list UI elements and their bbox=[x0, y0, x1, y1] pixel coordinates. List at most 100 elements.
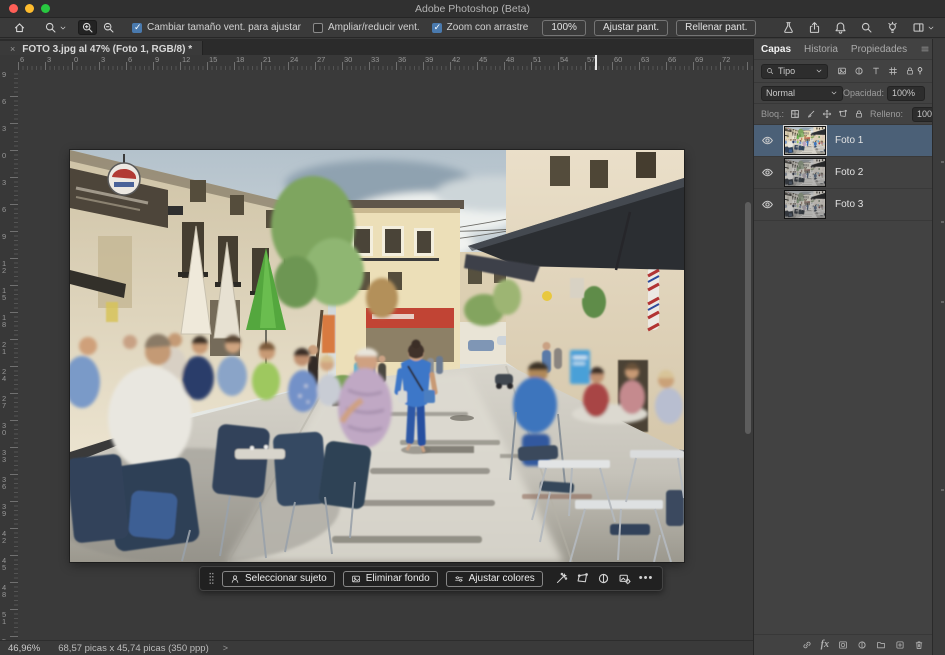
generative-wand-icon[interactable] bbox=[555, 572, 568, 585]
v-ruler-label: 21 bbox=[2, 342, 8, 355]
zoom-out-icon[interactable] bbox=[99, 20, 118, 35]
filter-frame-icon[interactable] bbox=[888, 66, 898, 76]
zoom-100-button[interactable]: 100% bbox=[542, 20, 586, 36]
filter-type-select[interactable]: Tipo bbox=[761, 64, 828, 79]
remove-background-button[interactable]: Eliminar fondo bbox=[343, 571, 438, 587]
layers-panel: Capas Historia Propiedades Tipo Normal bbox=[753, 39, 932, 655]
adjustment-icon[interactable] bbox=[597, 572, 610, 585]
fit-screen-button[interactable]: Ajustar pant. bbox=[594, 20, 668, 36]
more-options-icon[interactable]: ••• bbox=[639, 573, 654, 584]
h-ruler-label: 33 bbox=[371, 56, 379, 64]
v-ruler-label: 45 bbox=[2, 558, 8, 571]
v-ruler-label: 15 bbox=[2, 288, 8, 301]
lock-pixels-icon[interactable] bbox=[806, 109, 816, 119]
ruler-corner[interactable] bbox=[0, 55, 19, 71]
home-icon[interactable] bbox=[10, 20, 29, 35]
h-ruler-label: 0 bbox=[74, 56, 78, 64]
h-ruler-label: 42 bbox=[452, 56, 460, 64]
workspace-icon[interactable] bbox=[912, 21, 935, 34]
beaker-icon[interactable] bbox=[782, 21, 795, 34]
lock-all-icon[interactable] bbox=[854, 109, 864, 119]
h-ruler-label: 63 bbox=[641, 56, 649, 64]
delete-layer-icon[interactable] bbox=[914, 640, 924, 650]
lightbulb-icon[interactable] bbox=[886, 21, 899, 34]
select-subject-button[interactable]: Seleccionar sujeto bbox=[222, 571, 335, 587]
checkbox bbox=[313, 23, 323, 33]
button-label: Eliminar fondo bbox=[366, 573, 430, 584]
h-ruler-label: 24 bbox=[290, 56, 298, 64]
visibility-eye-icon[interactable] bbox=[761, 198, 774, 211]
chevron-down-icon bbox=[830, 89, 838, 97]
filter-adjustment-icon[interactable] bbox=[854, 66, 864, 76]
tab-capas[interactable]: Capas bbox=[761, 44, 791, 55]
select-subject-icon bbox=[230, 574, 240, 584]
adjustment-layer-icon[interactable] bbox=[857, 640, 867, 650]
drag-handle-icon[interactable] bbox=[209, 572, 214, 585]
fill-label: Relleno: bbox=[870, 109, 903, 119]
search-icon[interactable] bbox=[860, 21, 873, 34]
share-icon[interactable] bbox=[808, 21, 821, 34]
harmonize-icon[interactable] bbox=[618, 572, 631, 585]
opacity-label: Opacidad: bbox=[843, 88, 884, 98]
zoom-in-icon[interactable] bbox=[78, 20, 97, 35]
lock-position-icon[interactable] bbox=[822, 109, 832, 119]
zoom-tool-icon[interactable] bbox=[41, 20, 70, 35]
checkbox-zoom-windows[interactable]: Ampliar/reducir vent. bbox=[313, 22, 420, 33]
status-expander-icon[interactable]: > bbox=[223, 643, 228, 653]
chevron-down-icon bbox=[919, 89, 920, 97]
h-ruler-label: 15 bbox=[209, 56, 217, 64]
panel-empty-area bbox=[754, 221, 932, 634]
status-bar: 46,96% 68,57 picas x 45,74 picas (350 pp… bbox=[0, 640, 753, 655]
layer-thumbnail[interactable] bbox=[784, 126, 826, 155]
h-ruler-label: 12 bbox=[182, 56, 190, 64]
link-layers-icon[interactable] bbox=[802, 640, 812, 650]
visibility-eye-icon[interactable] bbox=[761, 134, 774, 147]
layer-thumbnail[interactable] bbox=[784, 190, 826, 219]
transform-icon[interactable] bbox=[576, 572, 589, 585]
visibility-eye-icon[interactable] bbox=[761, 166, 774, 179]
v-ruler-label: 30 bbox=[2, 423, 8, 436]
layer-group-icon[interactable] bbox=[876, 640, 886, 650]
status-zoom-level[interactable]: 46,96% bbox=[8, 643, 40, 654]
checkbox-resize-window[interactable]: Cambiar tamaño vent. para ajustar bbox=[132, 22, 301, 33]
horizontal-ruler[interactable]: 6303691215182124273033363942454851545760… bbox=[18, 55, 753, 71]
blend-mode-select[interactable]: Normal bbox=[761, 86, 843, 101]
contextual-task-bar: Seleccionar sujeto Eliminar fondo Ajusta… bbox=[199, 566, 663, 591]
h-ruler-label: 3 bbox=[47, 56, 51, 64]
bell-icon[interactable] bbox=[834, 21, 847, 34]
adjust-colors-button[interactable]: Ajustar colores bbox=[446, 571, 543, 587]
new-layer-icon[interactable] bbox=[895, 640, 905, 650]
h-ruler-label: 6 bbox=[20, 56, 24, 64]
layer-row-foto-3[interactable]: Foto 3 bbox=[754, 189, 932, 221]
layer-name[interactable]: Foto 1 bbox=[835, 135, 863, 146]
fill-screen-button[interactable]: Rellenar pant. bbox=[676, 20, 756, 36]
opacity-field[interactable]: 100% bbox=[887, 86, 925, 101]
filter-smartobject-icon[interactable] bbox=[905, 66, 915, 76]
search-icon bbox=[766, 67, 774, 75]
panel-tabs: Capas Historia Propiedades bbox=[754, 39, 932, 60]
vertical-ruler[interactable]: 9630369121518212427303336394245485154 bbox=[0, 70, 19, 640]
checkbox-scrubby-zoom[interactable]: Zoom con arrastre bbox=[432, 22, 529, 33]
layer-effects-icon[interactable]: fx bbox=[821, 640, 829, 650]
lock-transparency-icon[interactable] bbox=[790, 109, 800, 119]
filter-toggle-icon[interactable] bbox=[915, 66, 925, 76]
filter-type-icon[interactable] bbox=[871, 66, 881, 76]
layer-row-foto-1[interactable]: Foto 1 bbox=[754, 125, 932, 157]
layer-mask-icon[interactable] bbox=[838, 640, 848, 650]
tab-historia[interactable]: Historia bbox=[804, 44, 838, 55]
panel-menu-icon[interactable] bbox=[920, 44, 930, 54]
vertical-scrollbar[interactable] bbox=[745, 202, 751, 434]
photoshop-window: Adobe Photoshop (Beta) Cambiar tamaño ve… bbox=[0, 0, 945, 655]
layer-name[interactable]: Foto 2 bbox=[835, 167, 863, 178]
layer-row-foto-2[interactable]: Foto 2 bbox=[754, 157, 932, 189]
layer-thumbnail[interactable] bbox=[784, 158, 826, 187]
lock-artboard-icon[interactable] bbox=[838, 109, 848, 119]
tab-propiedades[interactable]: Propiedades bbox=[851, 44, 907, 55]
canvas-image[interactable] bbox=[70, 150, 684, 562]
status-document-info: 68,57 picas x 45,74 picas (350 ppp) bbox=[58, 643, 209, 654]
h-ruler-label: 6 bbox=[128, 56, 132, 64]
layer-name[interactable]: Foto 3 bbox=[835, 199, 863, 210]
chevron-down-icon bbox=[815, 67, 823, 75]
filter-image-icon[interactable] bbox=[837, 66, 847, 76]
close-tab-icon[interactable]: × bbox=[10, 44, 15, 54]
